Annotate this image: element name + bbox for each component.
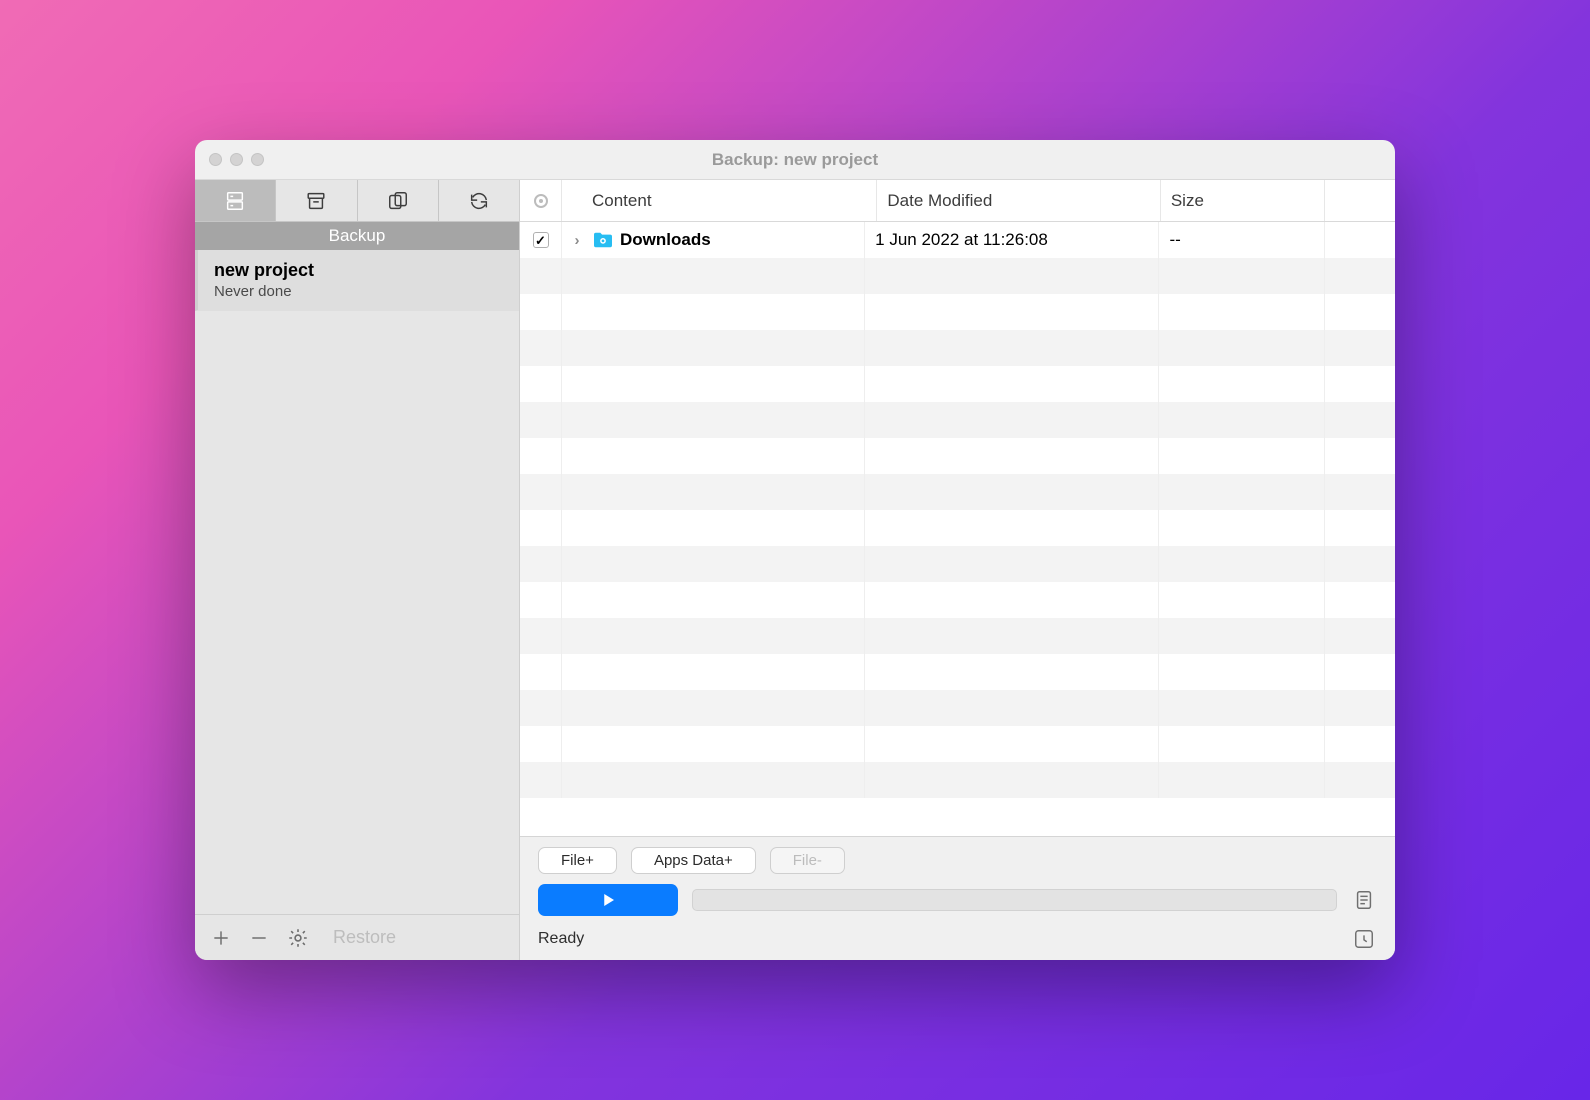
sidebar-spacer [195,311,519,914]
gear-icon [287,927,309,949]
header-spacer [1325,180,1395,221]
plus-icon [211,928,231,948]
add-project-button[interactable] [211,928,231,948]
run-row [538,884,1377,916]
tab-archive[interactable] [276,180,357,221]
sidebar: Backup new project Never done Restore [195,180,520,960]
play-icon [599,891,617,909]
status-row: Ready [538,926,1377,952]
minus-icon [249,928,269,948]
backup-icon [224,190,246,212]
window-controls [209,153,264,166]
file-remove-button[interactable]: File- [770,847,845,874]
sidebar-section-label: Backup [195,222,519,250]
settings-button[interactable] [287,927,309,949]
row-size: -- [1159,222,1325,258]
folder-icon [592,231,614,249]
sync-icon [467,190,491,212]
expand-caret[interactable]: › [568,232,586,249]
tab-sync[interactable] [439,180,519,221]
header-size[interactable]: Size [1161,180,1325,221]
file-add-button[interactable]: File+ [538,847,617,874]
document-icon [1353,889,1375,911]
close-window-button[interactable] [209,153,222,166]
table-row[interactable]: › Downloads 1 Jun 2022 at 11:26:08 -- [520,222,1395,258]
table-header: Content Date Modified Size [520,180,1395,222]
content-table: › Downloads 1 Jun 2022 at 11:26:08 -- ..… [520,222,1395,836]
clone-icon [387,190,409,212]
restore-button[interactable]: Restore [333,927,396,948]
titlebar: Backup: new project [195,140,1395,180]
minimize-window-button[interactable] [230,153,243,166]
clock-icon [1353,928,1375,950]
remove-project-button[interactable] [249,928,269,948]
footer: File+ Apps Data+ File- Ready [520,836,1395,960]
run-button[interactable] [538,884,678,916]
schedule-button[interactable] [1351,926,1377,952]
tab-clone[interactable] [358,180,439,221]
main-panel: Content Date Modified Size › Downloads 1… [520,180,1395,960]
tab-backup[interactable] [195,180,276,221]
header-date-modified[interactable]: Date Modified [877,180,1160,221]
footer-button-row: File+ Apps Data+ File- [538,847,1377,874]
archive-icon [305,190,327,212]
zoom-window-button[interactable] [251,153,264,166]
target-icon [534,194,548,208]
header-content[interactable]: Content [562,180,877,221]
row-date: 1 Jun 2022 at 11:26:08 [865,222,1159,258]
project-status: Never done [214,283,503,300]
project-name: new project [214,260,503,281]
sidebar-tabbar [195,180,519,222]
row-checkbox[interactable] [533,232,549,248]
sidebar-footer: Restore [195,914,519,960]
app-window: Backup: new project Backup new proj [195,140,1395,960]
row-name: Downloads [620,230,711,250]
status-text: Ready [538,930,584,948]
apps-data-add-button[interactable]: Apps Data+ [631,847,756,874]
project-item[interactable]: new project Never done [195,250,519,311]
header-select-all[interactable] [520,180,562,221]
window-title: Backup: new project [195,150,1395,170]
progress-bar [692,889,1337,911]
log-button[interactable] [1351,887,1377,913]
